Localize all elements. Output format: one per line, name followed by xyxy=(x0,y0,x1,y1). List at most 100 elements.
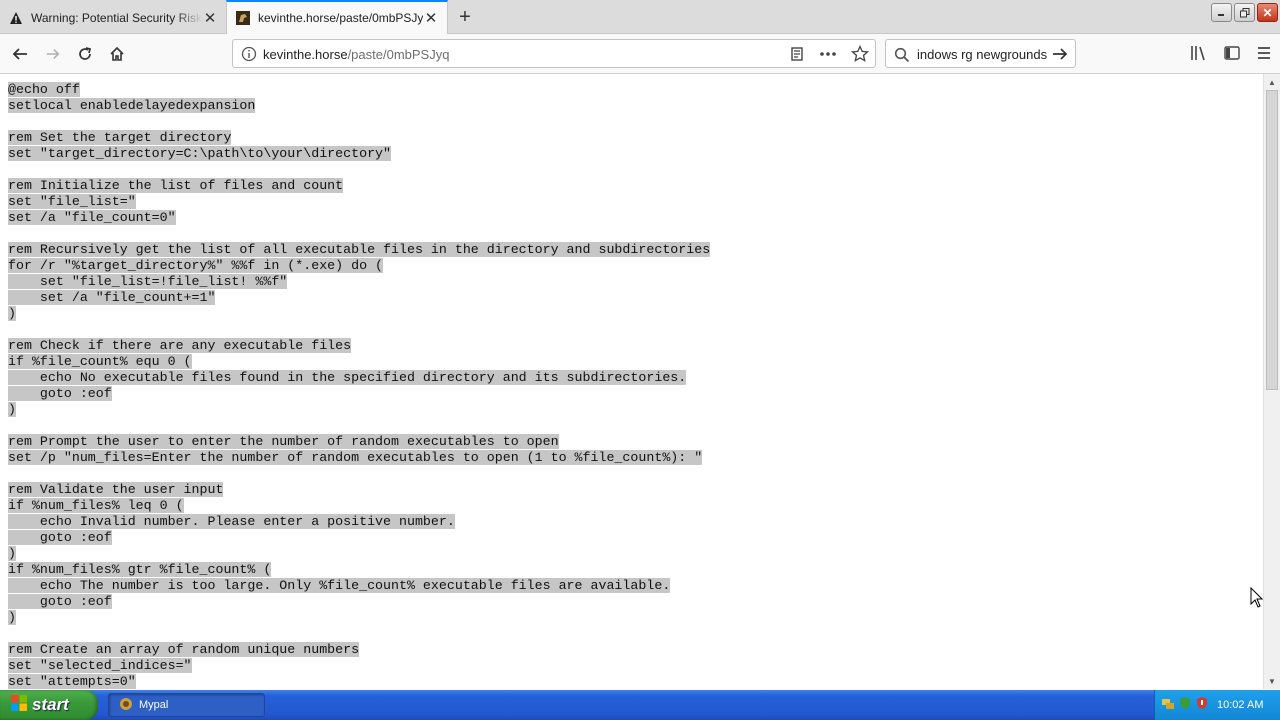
search-icon xyxy=(894,47,910,66)
code-line: ) xyxy=(8,306,1263,322)
code-line: goto :eof xyxy=(8,530,1263,546)
code-line-text: set "file_list=!file_list! %%f" xyxy=(8,274,288,289)
site-favicon-icon xyxy=(235,10,251,26)
code-line: for /r "%target_directory%" %%f in (*.ex… xyxy=(8,258,1263,274)
code-line-text: goto :eof xyxy=(8,386,112,401)
url-path: /paste/0mbPSJyq xyxy=(347,47,450,62)
scroll-thumb[interactable] xyxy=(1266,90,1278,390)
code-line-text: ) xyxy=(8,306,16,321)
code-line: set "attempts=0" xyxy=(8,674,1263,689)
start-button[interactable]: start xyxy=(0,690,98,720)
url-text: kevinthe.horse/paste/0mbPSJyq xyxy=(263,47,449,62)
code-line: rem Validate the user input xyxy=(8,482,1263,498)
close-tab-icon[interactable]: ✕ xyxy=(202,10,218,27)
taskbar-item-label: Mypal xyxy=(139,699,169,711)
code-line: ) xyxy=(8,402,1263,418)
code-line: rem Recursively get the list of all exec… xyxy=(8,242,1263,258)
code-line: goto :eof xyxy=(8,594,1263,610)
code-line: if %num_files% leq 0 ( xyxy=(8,498,1263,514)
url-bar[interactable]: kevinthe.horse/paste/0mbPSJyq xyxy=(232,39,876,68)
mypal-app-icon xyxy=(119,697,133,714)
search-input-text: indows rg newgrounds xyxy=(917,47,1048,62)
code-line-text: echo Invalid number. Please enter a posi… xyxy=(8,514,455,529)
library-icon[interactable] xyxy=(1190,45,1208,66)
code-line: if %file_count% equ 0 ( xyxy=(8,354,1263,370)
code-line: set "target_directory=C:\path\to\your\di… xyxy=(8,146,1263,162)
tab-security-warning[interactable]: Warning: Potential Security Risk Ahead ✕ xyxy=(0,2,226,34)
code-line: echo Invalid number. Please enter a posi… xyxy=(8,514,1263,530)
code-line: rem Set the target directory xyxy=(8,130,1263,146)
restore-button[interactable] xyxy=(1234,3,1255,22)
reload-button[interactable] xyxy=(71,40,99,68)
code-line-text: set /a "file_count=0" xyxy=(8,210,176,225)
tab-paste[interactable]: kevinthe.horse/paste/0mbPSJyq ✕ xyxy=(226,0,448,34)
code-line: rem Check if there are any executable fi… xyxy=(8,338,1263,354)
search-go-arrow-icon[interactable] xyxy=(1052,46,1068,65)
code-block: @echo off setlocal enabledelayedexpansion… xyxy=(0,74,1263,689)
back-button[interactable] xyxy=(6,40,34,68)
code-line: ) xyxy=(8,610,1263,626)
home-button[interactable] xyxy=(103,40,131,68)
code-line-text: ) xyxy=(8,610,16,625)
shield-tray-icon[interactable] xyxy=(1195,696,1209,715)
network-tray-icon[interactable] xyxy=(1161,696,1175,715)
reader-view-icon[interactable] xyxy=(789,46,805,65)
code-line-text: rem Check if there are any executable fi… xyxy=(8,338,352,353)
code-line-text: goto :eof xyxy=(8,594,112,609)
code-line: set /a "file_count+=1" xyxy=(8,290,1263,306)
tray-icons xyxy=(1161,696,1209,715)
code-line-text: if %num_files% leq 0 ( xyxy=(8,498,184,513)
code-line: set /p "num_files=Enter the number of ra… xyxy=(8,450,1263,466)
code-line-text: @echo off xyxy=(8,82,80,97)
toolbar-right xyxy=(1190,45,1272,66)
code-line-text: set "selected_indices=" xyxy=(8,658,192,673)
taskbar: start Mypal 10:02 AM xyxy=(0,690,1280,720)
code-line: rem Prompt the user to enter the number … xyxy=(8,434,1263,450)
code-line-text: rem Prompt the user to enter the number … xyxy=(8,434,559,449)
close-window-button[interactable]: ✕ xyxy=(1257,3,1278,22)
new-tab-button[interactable]: + xyxy=(454,6,476,28)
tab-title: kevinthe.horse/paste/0mbPSJyq xyxy=(258,11,423,25)
code-line: set /a "file_count=0" xyxy=(8,210,1263,226)
search-bar[interactable]: indows rg newgrounds xyxy=(885,39,1076,68)
code-line: set "selected_indices=" xyxy=(8,658,1263,674)
mouse-cursor-icon xyxy=(1250,586,1264,614)
forward-button[interactable] xyxy=(39,40,67,68)
scroll-down-icon[interactable]: ▼ xyxy=(1264,673,1280,689)
warning-icon xyxy=(8,10,24,26)
code-line: setlocal enabledelayedexpansion xyxy=(8,98,1263,114)
menu-hamburger-icon[interactable] xyxy=(1256,46,1272,65)
minimize-button[interactable] xyxy=(1211,3,1232,22)
page-actions-icon[interactable] xyxy=(819,46,837,65)
code-line: rem Create an array of random unique num… xyxy=(8,642,1263,658)
tab-strip: Warning: Potential Security Risk Ahead ✕… xyxy=(0,0,1280,34)
scroll-up-icon[interactable]: ▲ xyxy=(1264,74,1280,90)
vertical-scrollbar[interactable]: ▲ ▼ xyxy=(1263,74,1280,689)
reload-icon xyxy=(79,47,92,60)
code-line-text: set "target_directory=C:\path\to\your\di… xyxy=(8,146,392,161)
code-line: rem Initialize the list of files and cou… xyxy=(8,178,1263,194)
security-tray-icon[interactable] xyxy=(1178,696,1192,715)
code-line-text: rem Validate the user input xyxy=(8,482,224,497)
code-line-text: for /r "%target_directory%" %%f in (*.ex… xyxy=(8,258,384,273)
bookmark-star-icon[interactable] xyxy=(850,44,870,66)
code-line: echo No executable files found in the sp… xyxy=(8,370,1263,386)
code-line-text: goto :eof xyxy=(8,530,112,545)
sidebar-icon[interactable] xyxy=(1224,45,1240,66)
info-icon[interactable] xyxy=(241,46,257,65)
code-line: echo The number is too large. Only %file… xyxy=(8,578,1263,594)
home-icon xyxy=(110,46,124,61)
code-line: set "file_list=" xyxy=(8,194,1263,210)
code-line-text: setlocal enabledelayedexpansion xyxy=(8,98,256,113)
close-tab-icon[interactable]: ✕ xyxy=(423,10,439,27)
code-line-text: ) xyxy=(8,546,16,561)
start-label: start xyxy=(32,695,69,714)
taskbar-item-mypal[interactable]: Mypal xyxy=(108,693,265,717)
code-line: @echo off xyxy=(8,82,1263,98)
code-line-text: set /p "num_files=Enter the number of ra… xyxy=(8,450,703,465)
